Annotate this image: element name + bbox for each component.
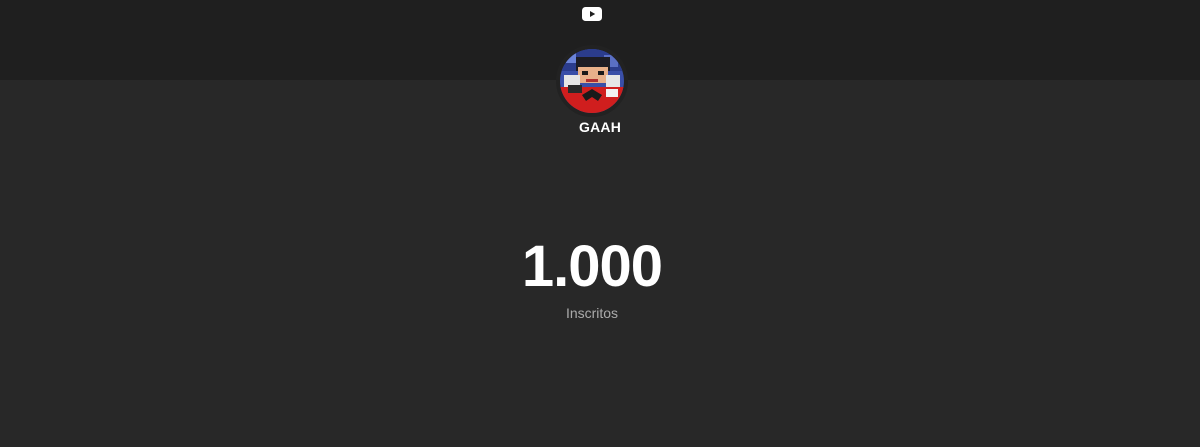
channel-name[interactable]: GAAH — [0, 119, 1200, 135]
avatar-image — [560, 49, 624, 113]
subscriber-label: Inscritos — [565, 305, 619, 321]
page: GAAH 1.000 Inscritos — [0, 0, 1200, 447]
subscriber-count: 1.000 — [521, 234, 663, 299]
youtube-logo-icon[interactable] — [582, 7, 602, 21]
channel-avatar[interactable] — [556, 45, 628, 117]
